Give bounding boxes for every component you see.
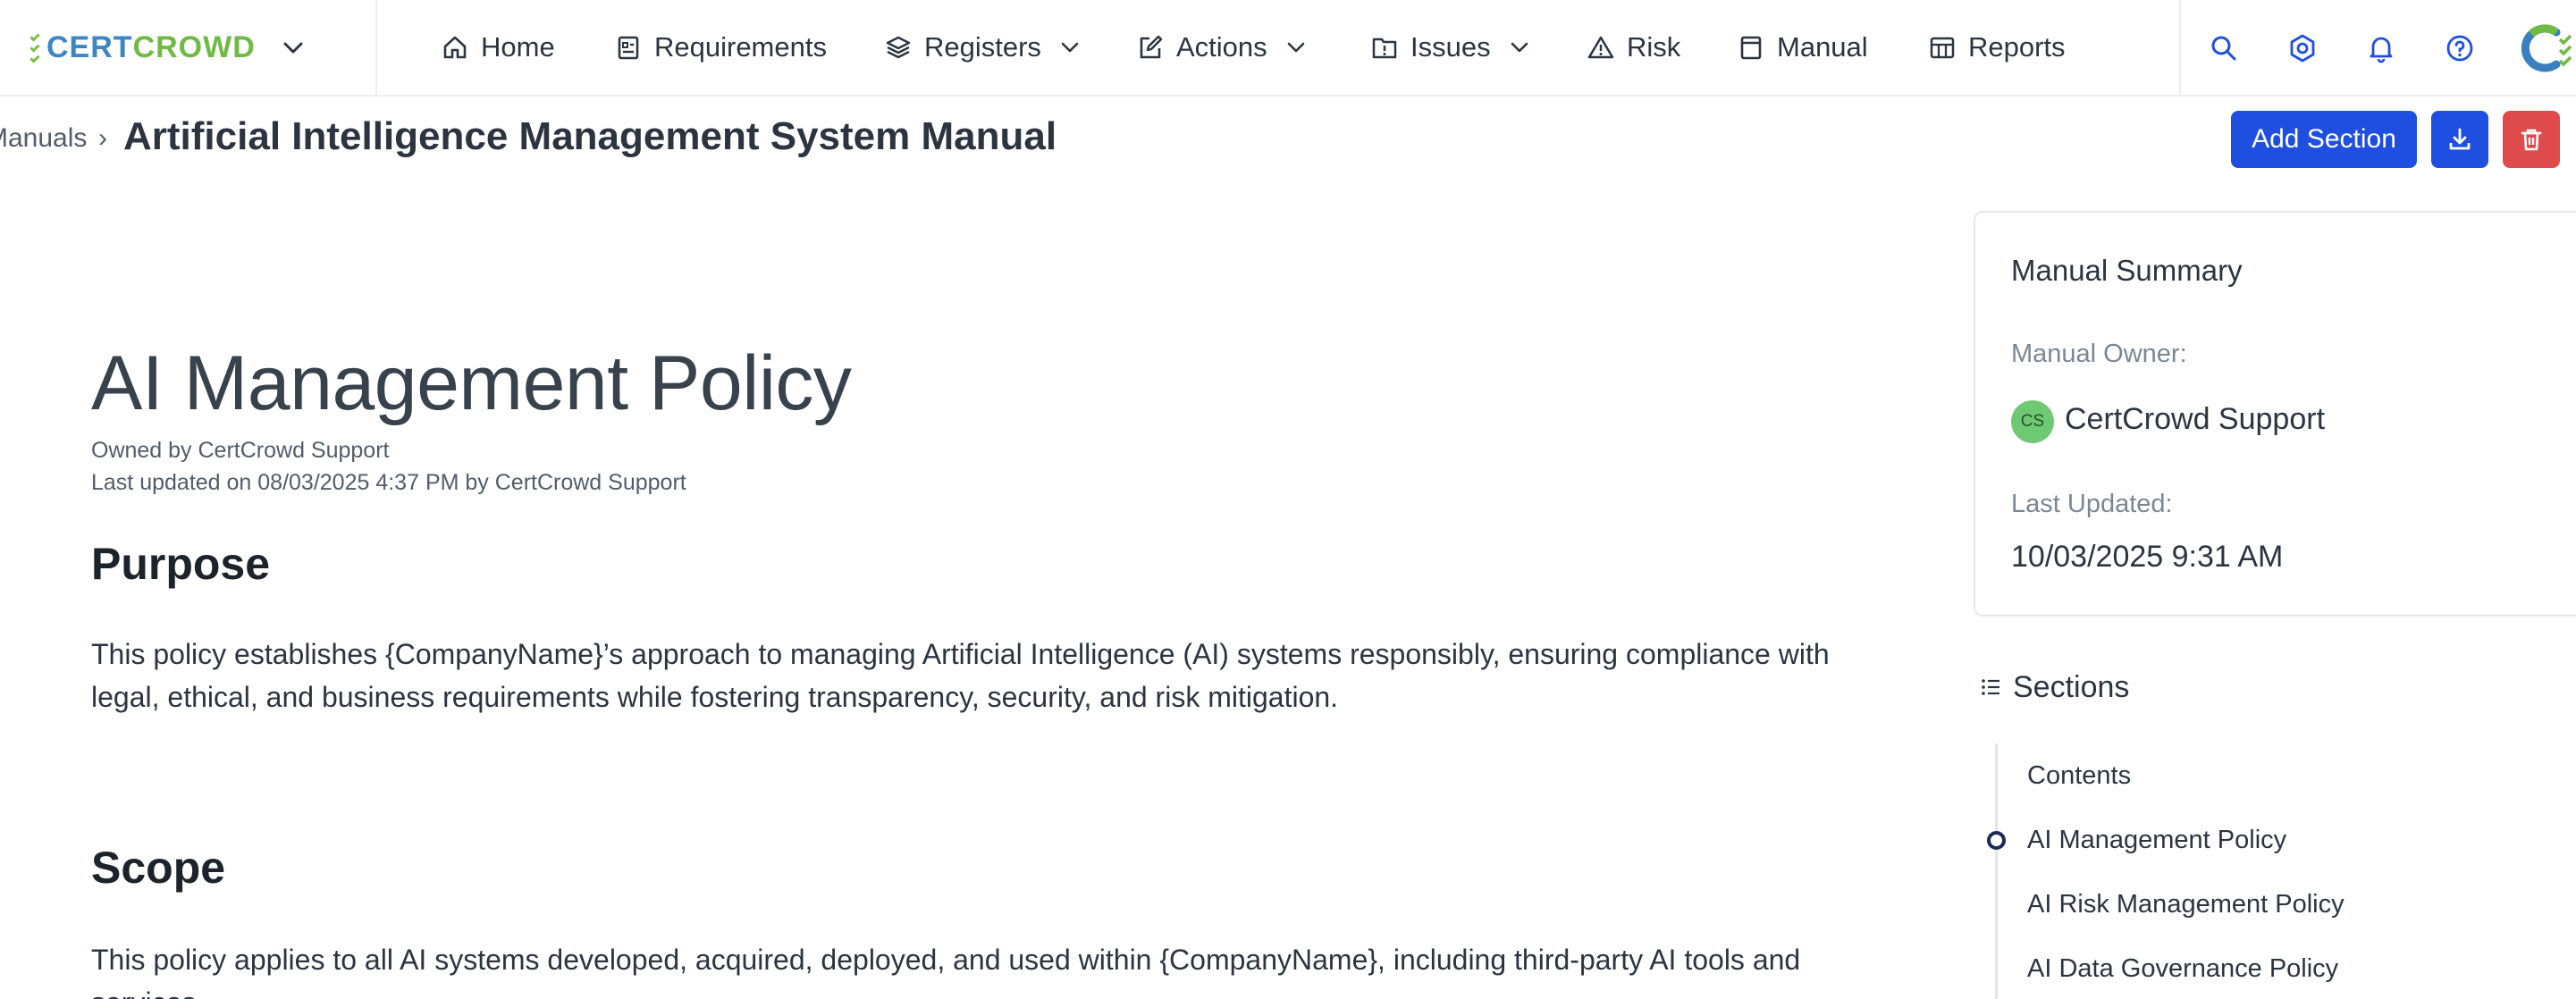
trash-icon	[2521, 129, 2542, 151]
chevron-down-icon	[1507, 35, 1532, 60]
search-icon[interactable]	[2206, 30, 2242, 66]
nav-item-manual[interactable]: Manual	[1736, 0, 1868, 95]
nav-divider	[375, 0, 377, 97]
section-link-ai-management-policy[interactable]: AI Management Policy	[2027, 826, 2286, 855]
nav-item-reports[interactable]: Reports	[1927, 0, 2066, 95]
logo-text-crowd: CROWD	[132, 30, 256, 64]
top-navigation-bar: CERTCROWD Home Requirements Registers Ac	[0, 0, 2576, 97]
warning-triangle-icon	[1586, 32, 1616, 63]
table-icon	[1927, 32, 1957, 63]
section-heading-purpose: Purpose	[91, 539, 271, 589]
manual-summary-card: Manual Summary Manual Owner: CS CertCrow…	[1974, 211, 2576, 617]
logo-text-cert: CERT	[46, 30, 133, 64]
nav-label-manual: Manual	[1777, 31, 1868, 63]
nav-label-issues: Issues	[1410, 31, 1491, 63]
last-updated-value: 10/03/2025 9:31 AM	[2011, 540, 2284, 574]
folder-alert-icon	[1369, 32, 1400, 63]
sections-header: Sections	[1981, 670, 2129, 705]
nav-label-reports: Reports	[1968, 31, 2066, 63]
bell-icon[interactable]	[2363, 30, 2399, 66]
nav-label-registers: Registers	[924, 31, 1041, 63]
logo-checkmarks	[29, 31, 43, 63]
section-link-contents[interactable]: Contents	[2027, 761, 2131, 791]
org-switcher-chevron-down-icon[interactable]	[277, 32, 309, 64]
manual-owner-label: Manual Owner:	[2011, 340, 2187, 368]
delete-button[interactable]	[2503, 111, 2560, 168]
gear-icon[interactable]	[2285, 30, 2320, 66]
last-updated-label: Last Updated:	[2011, 490, 2173, 518]
chevron-down-icon	[1284, 35, 1309, 60]
active-section-indicator	[1987, 831, 2006, 850]
certcrowd-logo[interactable]: CERTCROWD	[29, 27, 256, 68]
sections-title: Sections	[2013, 670, 2130, 704]
nav-item-actions[interactable]: Actions	[1135, 0, 1309, 95]
breadcrumb-separator: ›	[98, 123, 107, 153]
nav-item-issues[interactable]: Issues	[1369, 0, 1532, 95]
toolbar-divider	[2179, 0, 2181, 97]
nav-label-home: Home	[481, 31, 555, 63]
nav-item-risk[interactable]: Risk	[1586, 0, 1680, 95]
layers-icon	[883, 32, 913, 63]
summary-title: Manual Summary	[2011, 254, 2243, 287]
download-button[interactable]	[2431, 111, 2488, 168]
home-icon	[440, 32, 470, 63]
logo-wordmark: CERTCROWD	[46, 32, 256, 63]
document-title: AI Management Policy	[91, 340, 852, 426]
section-body-scope: This policy applies to all AI systems de…	[91, 944, 1801, 999]
nav-label-requirements: Requirements	[654, 31, 827, 63]
download-icon	[2449, 128, 2471, 150]
section-link-ai-risk-management-policy[interactable]: AI Risk Management Policy	[2027, 890, 2344, 919]
avatar: CS	[2011, 400, 2054, 443]
document-list-icon	[613, 32, 644, 63]
nav-label-risk: Risk	[1627, 31, 1681, 63]
list-icon	[1981, 670, 2000, 705]
section-body-purpose: This policy establishes {CompanyName}’s …	[91, 638, 1830, 713]
breadcrumb-manuals-link[interactable]: Manuals	[0, 123, 87, 154]
chevron-down-icon	[1057, 35, 1082, 60]
sections-timeline-rail	[1995, 743, 1998, 999]
add-section-button[interactable]: Add Section	[2231, 111, 2417, 168]
nav-item-home[interactable]: Home	[440, 0, 555, 95]
page-title: Artificial Intelligence Management Syste…	[123, 114, 1057, 158]
manual-owner-name: CertCrowd Support	[2065, 402, 2326, 436]
document-owner: Owned by CertCrowd Support	[91, 438, 390, 463]
section-link-ai-data-governance-policy[interactable]: AI Data Governance Policy	[2027, 954, 2338, 984]
user-avatar-logo[interactable]	[2517, 21, 2576, 75]
nav-label-actions: Actions	[1176, 31, 1267, 63]
help-circle-icon[interactable]	[2442, 30, 2478, 66]
book-icon	[1736, 32, 1766, 63]
nav-item-requirements[interactable]: Requirements	[613, 0, 827, 95]
nav-item-registers[interactable]: Registers	[883, 0, 1082, 95]
edit-square-icon	[1135, 32, 1166, 63]
section-heading-scope: Scope	[91, 843, 226, 893]
document-last-updated: Last updated on 08/03/2025 4:37 PM by Ce…	[91, 470, 686, 495]
